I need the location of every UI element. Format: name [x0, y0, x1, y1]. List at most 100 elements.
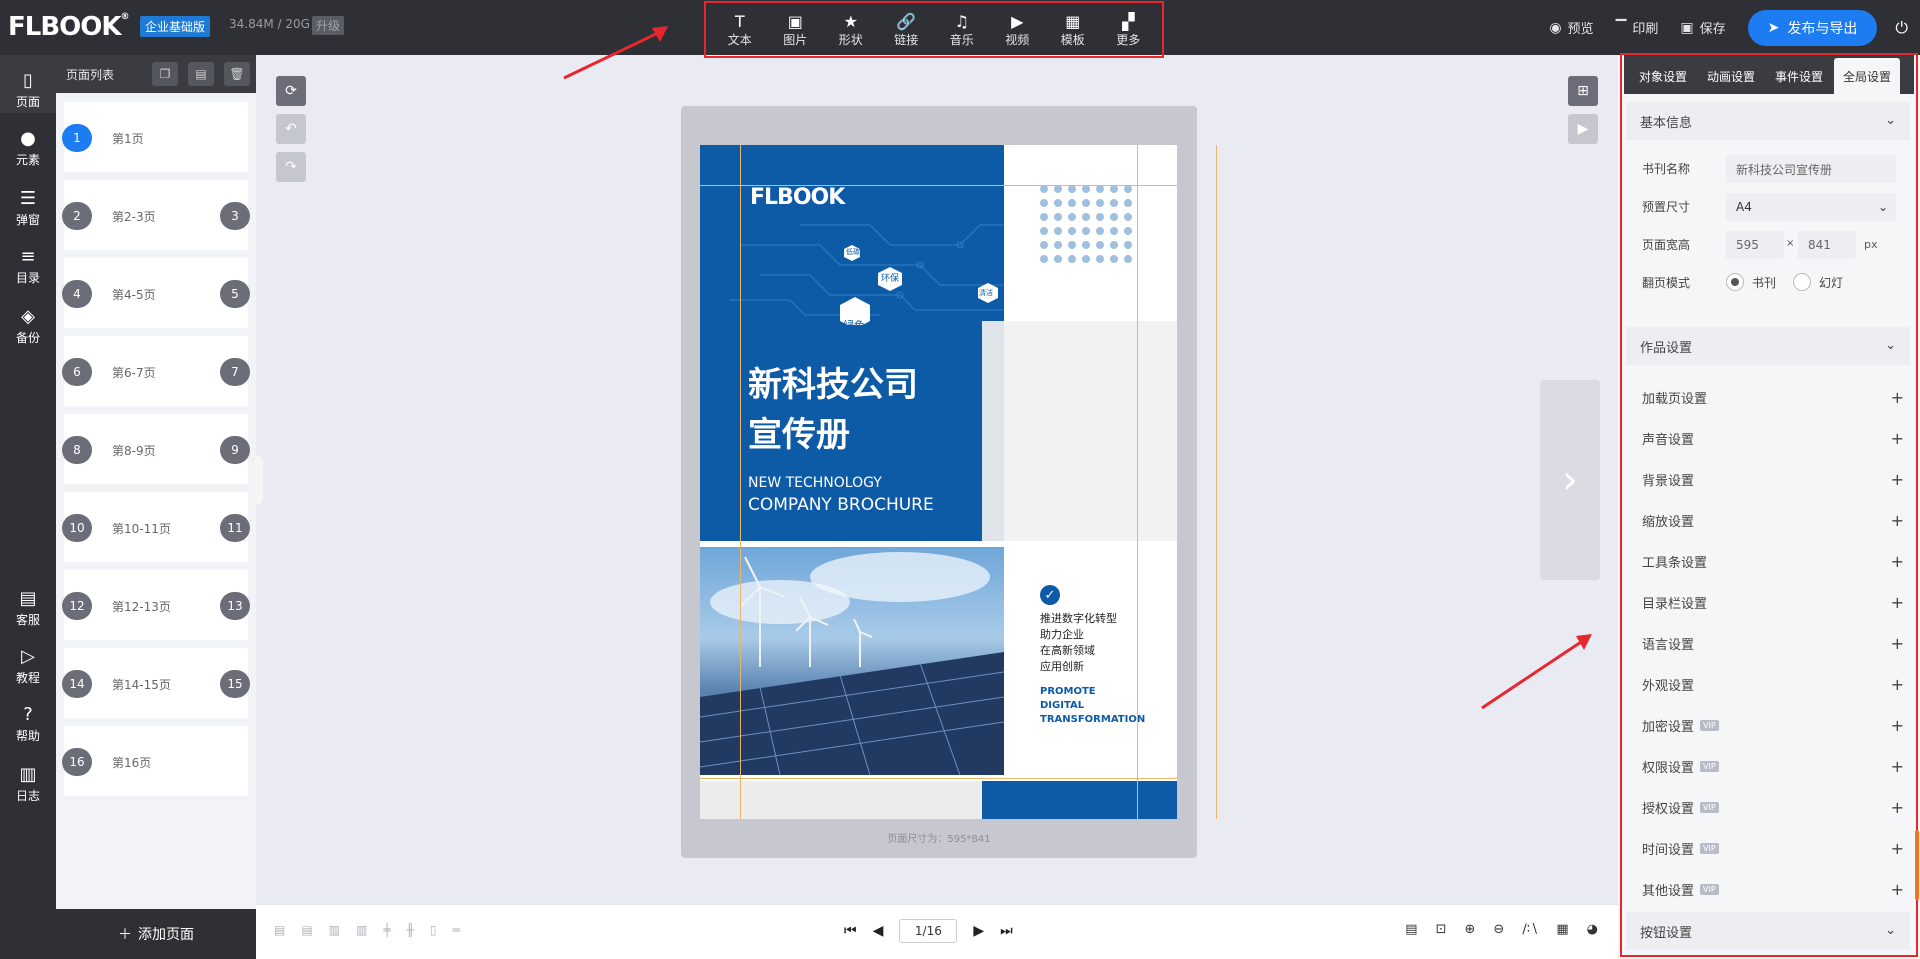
- flip-mode-slide-radio[interactable]: 幻灯: [1793, 273, 1843, 291]
- guide-line: [740, 145, 741, 819]
- settings-tab[interactable]: 动画设置: [1698, 58, 1764, 94]
- nav-backup[interactable]: ◈ 备份: [0, 291, 56, 349]
- setting-row[interactable]: 语言设置 +: [1642, 633, 1912, 653]
- print-button[interactable]: ▔ 印刷: [1616, 18, 1659, 38]
- align-top-icon[interactable]: ▥: [329, 923, 340, 937]
- page-width-input[interactable]: 595: [1726, 231, 1784, 259]
- next-page-arrow[interactable]: ›: [1540, 380, 1600, 580]
- preview-button[interactable]: ◉ 预览: [1549, 18, 1593, 38]
- nav-tutorial[interactable]: ▷ 教程: [0, 631, 56, 689]
- setting-row[interactable]: 加密设置 VIP +: [1642, 715, 1912, 735]
- toolbar-template-button[interactable]: ▦ 模板: [1047, 11, 1099, 48]
- setting-row[interactable]: 加载页设置 +: [1642, 387, 1912, 407]
- distribute-h-icon[interactable]: ▯: [430, 923, 437, 937]
- grid-icon[interactable]: ▦: [1556, 922, 1568, 937]
- page-thumbnail[interactable]: 14 第14-15页 15: [62, 648, 250, 718]
- page-thumbnail[interactable]: 1 第1页: [62, 102, 248, 172]
- basic-info-header[interactable]: 基本信息 ⌄: [1626, 102, 1910, 140]
- align-bottom-icon[interactable]: ▥: [356, 923, 367, 937]
- nav-help[interactable]: ? 帮助: [0, 689, 56, 747]
- annotation-arrow: [563, 26, 668, 80]
- setting-row[interactable]: 权限设置 VIP +: [1642, 756, 1912, 776]
- align-center-v-icon[interactable]: ╫: [407, 923, 414, 937]
- publish-export-button[interactable]: ➤ 发布与导出: [1747, 9, 1878, 46]
- page-number-input[interactable]: 1/16: [899, 919, 958, 943]
- page-thumbnail[interactable]: 8 第8-9页 9: [62, 414, 250, 484]
- single-page-icon[interactable]: ▤: [1405, 922, 1417, 937]
- play-icon[interactable]: ▶: [1568, 114, 1598, 144]
- scrollbar[interactable]: [1915, 830, 1919, 900]
- fit-page-icon[interactable]: ⊡: [1436, 922, 1447, 937]
- save-button[interactable]: ▣ 保存: [1680, 18, 1725, 38]
- last-page-icon[interactable]: ⏭: [1000, 923, 1013, 939]
- toolbar-label: 视频: [1005, 33, 1030, 47]
- setting-row[interactable]: 背景设置 +: [1642, 469, 1912, 489]
- setting-row[interactable]: 目录栏设置 +: [1642, 592, 1912, 612]
- settings-tab[interactable]: 事件设置: [1766, 58, 1832, 94]
- setting-row[interactable]: 时间设置 VIP +: [1642, 838, 1912, 858]
- upgrade-button[interactable]: 升级: [312, 16, 345, 35]
- add-layer-icon[interactable]: ⊞: [1568, 76, 1598, 106]
- plus-icon: +: [1890, 715, 1904, 735]
- setting-row[interactable]: 其他设置 VIP +: [1642, 879, 1912, 899]
- toolbar-label: 更多: [1116, 33, 1141, 47]
- prev-page-icon[interactable]: ◀: [873, 923, 884, 939]
- toolbar-text-button[interactable]: T 文本: [714, 11, 766, 48]
- image-icon: ▣: [787, 11, 803, 31]
- page-thumbnail[interactable]: 10 第10-11页 11: [62, 492, 250, 562]
- page-thumbnail[interactable]: 12 第12-13页 13: [62, 570, 250, 640]
- setting-row[interactable]: 工具条设置 +: [1642, 551, 1912, 571]
- log-icon: ▥: [19, 764, 37, 785]
- copy-page-icon[interactable]: ❐: [152, 62, 178, 86]
- undo-icon[interactable]: ↶: [276, 114, 306, 144]
- delete-page-icon[interactable]: 🗑: [224, 62, 250, 86]
- toolbar-image-button[interactable]: ▣ 图片: [769, 11, 821, 48]
- zoom-in-icon[interactable]: ⊕: [1465, 922, 1476, 937]
- ruler-icon[interactable]: ∕∶∖: [1522, 922, 1538, 937]
- nav-popup[interactable]: ☰ 弹窗: [0, 173, 56, 231]
- distribute-v-icon[interactable]: ═: [452, 923, 459, 937]
- setting-row[interactable]: 声音设置 +: [1642, 428, 1912, 448]
- page-thumbnail[interactable]: 2 第2-3页 3: [62, 180, 250, 250]
- page-thumbnail[interactable]: 16 第16页: [62, 726, 248, 796]
- next-page-icon[interactable]: ▶: [973, 923, 984, 939]
- settings-tab[interactable]: 对象设置: [1630, 58, 1696, 94]
- align-center-h-icon[interactable]: ╪: [383, 923, 390, 937]
- settings-tab[interactable]: 全局设置: [1834, 58, 1901, 94]
- duplicate-page-icon[interactable]: ▤: [188, 62, 214, 86]
- toolbar-more-button[interactable]: ▞ 更多: [1102, 11, 1154, 48]
- page-thumbnail[interactable]: 4 第4-5页 5: [62, 258, 250, 328]
- theme-icon[interactable]: ◕: [1587, 922, 1598, 937]
- nav-log[interactable]: ▥ 日志: [0, 749, 56, 807]
- power-icon[interactable]: ⏻: [1895, 18, 1908, 38]
- first-page-icon[interactable]: ⏮: [844, 923, 857, 939]
- toolbar-star-button[interactable]: ★ 形状: [825, 11, 877, 48]
- align-right-icon[interactable]: ▤: [301, 923, 312, 937]
- toolbar-link-button[interactable]: 🔗 链接: [880, 11, 932, 48]
- nav-element[interactable]: ● 元素: [0, 113, 56, 171]
- nav-service[interactable]: ▤ 客服: [0, 573, 56, 631]
- page-height-input[interactable]: 841: [1798, 231, 1856, 259]
- page-canvas[interactable]: 低碳 环保 绿色 清洁 FLBOOK 新科技公司 宣传册 NEW TECHNOLO…: [700, 145, 1177, 819]
- toolbar-video-button[interactable]: ▶ 视频: [991, 11, 1043, 48]
- reset-view-icon[interactable]: ⟳: [276, 76, 306, 106]
- book-name-input[interactable]: 新科技公司宣传册: [1726, 155, 1896, 183]
- work-settings-header[interactable]: 作品设置 ⌄: [1626, 327, 1910, 365]
- preset-size-select[interactable]: A4 ⌄: [1726, 193, 1896, 221]
- align-left-icon[interactable]: ▤: [274, 923, 285, 937]
- button-settings-header[interactable]: 按钮设置 ⌄: [1626, 912, 1910, 950]
- nav-page[interactable]: ▯ 页面: [0, 55, 56, 113]
- page-thumbnail[interactable]: 6 第6-7页 7: [62, 336, 250, 406]
- toolbar-music-button[interactable]: ♫ 音乐: [936, 11, 988, 48]
- nav-catalog[interactable]: ≡ 目录: [0, 231, 56, 289]
- flip-mode-book-radio[interactable]: 书刊: [1726, 273, 1776, 291]
- zoom-out-icon[interactable]: ⊖: [1493, 922, 1504, 937]
- setting-row[interactable]: 缩放设置 +: [1642, 510, 1912, 530]
- add-page-button[interactable]: ＋添加页面: [56, 909, 256, 959]
- nav-label: 日志: [15, 789, 40, 803]
- panel-collapse-handle[interactable]: [255, 455, 263, 505]
- redo-icon[interactable]: ↷: [276, 152, 306, 182]
- setting-row[interactable]: 外观设置 +: [1642, 674, 1912, 694]
- app-logo[interactable]: FLBOOK®: [8, 12, 130, 42]
- setting-row[interactable]: 授权设置 VIP +: [1642, 797, 1912, 817]
